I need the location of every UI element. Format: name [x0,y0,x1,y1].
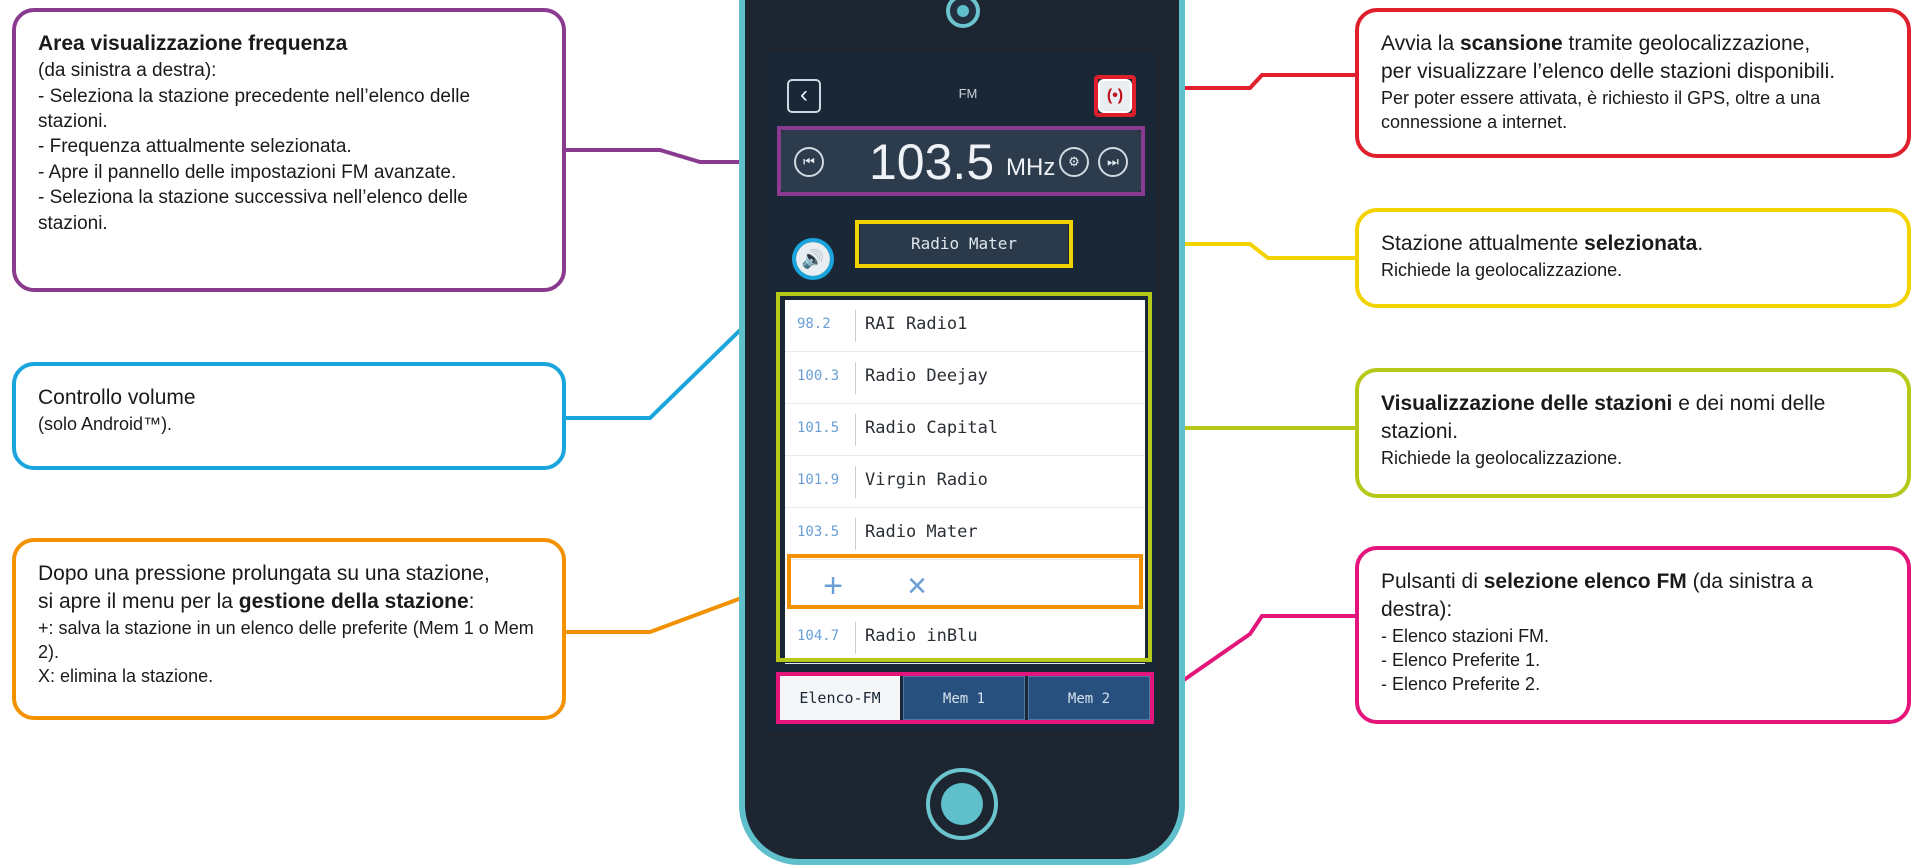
callout-bold: Visualizzazione delle stazioni [1381,392,1673,415]
callout-text: Pulsanti di [1381,570,1484,593]
callout-text: Stazione attualmente [1381,232,1585,255]
callout-stations-view: Visualizzazione delle stazioni e dei nom… [1355,368,1911,498]
home-button[interactable] [926,768,998,840]
callout-text: : [468,590,475,614]
callout-bold: selezionata [1584,232,1698,255]
callout-line: - Elenco Preferite 2. [1381,674,1541,695]
callout-line: +: salva la stazione in un elenco delle … [38,618,534,663]
header-title: FM [958,86,978,101]
callout-volume: Controllo volume (solo Android™). [12,362,566,470]
callout-line: X: elimina la stazione. [38,666,214,687]
callout-line: - Elenco Preferite 1. [1381,650,1541,671]
callout-line: - Apre il pannello delle impostazioni FM… [38,161,457,183]
callout-text: Avvia la [1381,32,1460,55]
highlight-list-tabs [776,672,1154,724]
callout-note: (solo Android™). [38,414,173,435]
chevron-left-icon: ‹ [800,81,808,108]
callout-frequency-area: Area visualizzazione frequenza (da sinis… [12,8,566,292]
leader-list-select [1153,614,1355,702]
highlight-current-station [855,220,1073,268]
callout-text: si apre il menu per la [38,590,239,614]
callout-line: (da sinistra a destra): [38,60,217,82]
callout-line: per visualizzare l’elenco delle stazioni… [1381,60,1836,84]
callout-bold: selezione elenco FM [1483,570,1687,593]
highlight-frequency [777,126,1145,196]
callout-note: Richiede la geolocalizzazione. [1381,448,1623,469]
callout-line: - Seleziona la stazione precedente nell’… [38,85,471,133]
callout-note: Richiede la geolocalizzazione. [1381,260,1623,281]
callout-line: - Frequenza attualmente selezionata. [38,136,352,158]
callout-title: Area visualizzazione frequenza [38,32,348,55]
highlight-volume [792,238,834,280]
callout-list-select: Pulsanti di selezione elenco FM (da sini… [1355,546,1911,724]
callout-bold: scansione [1460,32,1563,55]
callout-note: Per poter essere attivata, è richiesto i… [1381,88,1821,133]
back-button[interactable]: ‹ [787,79,821,113]
highlight-scan [1094,75,1136,117]
callout-bold: gestione della stazione [238,590,469,614]
callout-manage-station: Dopo una pressione prolungata su una sta… [12,538,566,720]
callout-text: tramite geolocalizzazione, [1562,32,1811,55]
callout-title: Controllo volume [38,386,196,409]
callout-scan: Avvia la scansione tramite geolocalizzaz… [1355,8,1911,158]
callout-line: - Elenco stazioni FM. [1381,626,1550,647]
highlight-station-actions [787,554,1143,609]
callout-line: Dopo una pressione prolungata su una sta… [38,562,490,585]
callout-text: . [1697,232,1704,255]
callout-line: - Seleziona la stazione successiva nell’… [38,187,468,234]
callout-current-station: Stazione attualmente selezionata. Richie… [1355,208,1911,308]
